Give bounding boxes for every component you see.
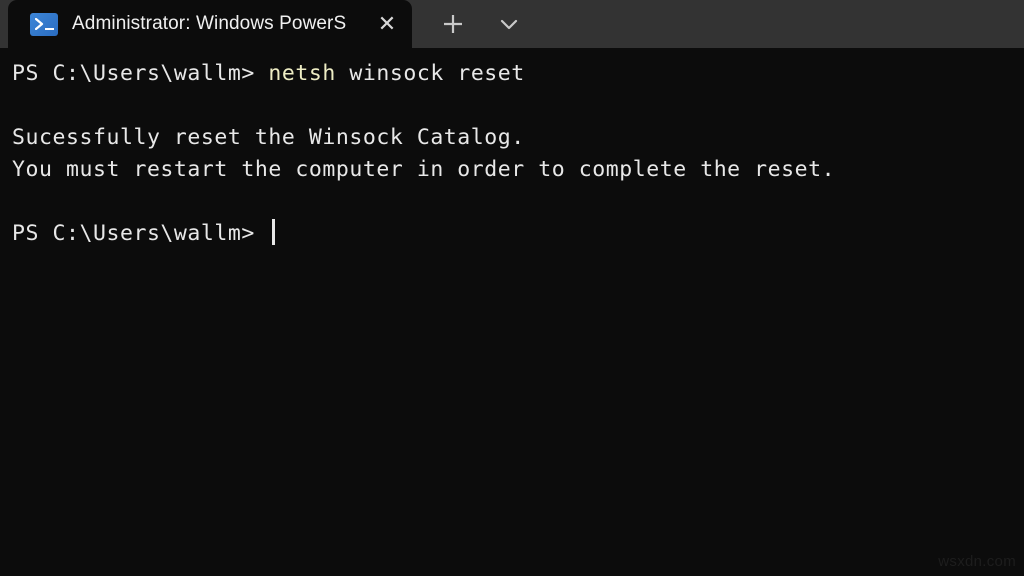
watermark: wsxdn.com	[938, 553, 1016, 570]
output-line-1-segment-0: Sucessfully reset the Winsock Catalog.	[12, 125, 525, 150]
command-line-segment-1: netsh	[268, 61, 336, 86]
output-line-2-segment-0: You must restart the computer in order t…	[12, 157, 836, 182]
powershell-window: Administrator: Windows PowerS ✕ PS C:\Us…	[0, 0, 1024, 576]
powershell-icon-underscore	[45, 27, 54, 30]
blank-line-1-segment-0	[12, 93, 26, 118]
output-line-1: Sucessfully reset the Winsock Catalog.	[12, 122, 1024, 154]
tab-strip: Administrator: Windows PowerS ✕	[0, 0, 1024, 48]
powershell-icon	[30, 12, 58, 36]
command-line: PS C:\Users\wallm> netsh winsock reset	[12, 58, 1024, 90]
tab-dropdown-button[interactable]	[486, 0, 532, 48]
text-cursor	[272, 219, 276, 245]
tab-administrator-powershell[interactable]: Administrator: Windows PowerS ✕	[8, 0, 412, 48]
new-tab-button[interactable]	[430, 0, 476, 48]
plus-icon	[444, 15, 462, 33]
command-line-segment-2: winsock reset	[335, 61, 525, 86]
prompt-line: PS C:\Users\wallm>	[12, 218, 1024, 250]
tab-title: Administrator: Windows PowerS	[72, 13, 347, 34]
chevron-down-icon	[500, 19, 518, 30]
blank-line-2-segment-0	[12, 189, 26, 214]
output-line-2: You must restart the computer in order t…	[12, 154, 1024, 186]
command-line-segment-0: PS C:\Users\wallm>	[12, 61, 269, 86]
close-icon[interactable]: ✕	[368, 5, 406, 43]
blank-line-2	[12, 186, 1024, 218]
prompt-line-segment-0: PS C:\Users\wallm>	[12, 221, 269, 246]
blank-line-1	[12, 90, 1024, 122]
terminal-output[interactable]: PS C:\Users\wallm> netsh winsock reset S…	[0, 48, 1024, 576]
